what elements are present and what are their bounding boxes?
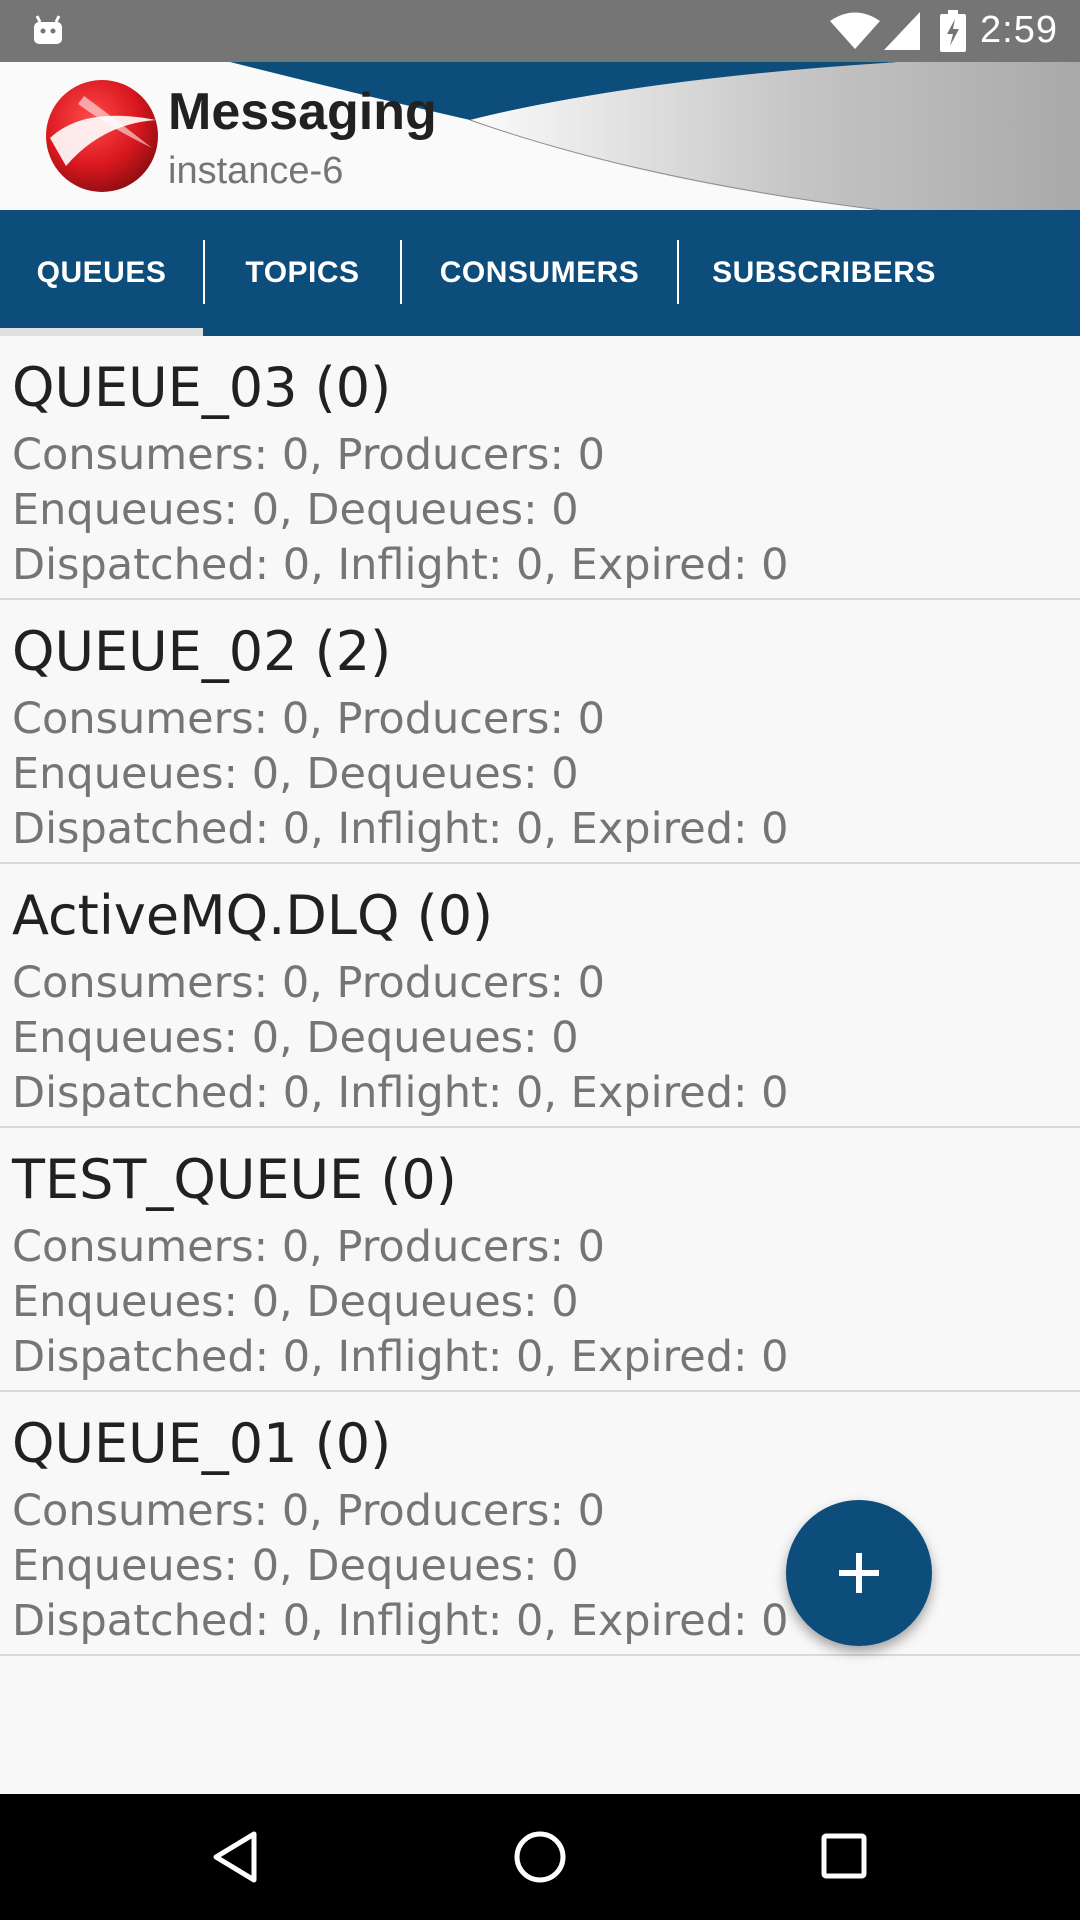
queue-enqueues-dequeues: Enqueues: 0, Dequeues: 0 — [12, 1013, 579, 1063]
selected-tab-indicator — [0, 328, 203, 336]
queue-name: QUEUE_03 (0) — [12, 356, 392, 419]
queue-enqueues-dequeues: Enqueues: 0, Dequeues: 0 — [12, 1541, 579, 1591]
queue-enqueues-dequeues: Enqueues: 0, Dequeues: 0 — [12, 1277, 579, 1327]
back-icon[interactable] — [210, 1830, 260, 1884]
tab-queues[interactable]: QUEUES — [0, 210, 203, 336]
queue-enqueues-dequeues: Enqueues: 0, Dequeues: 0 — [12, 485, 579, 535]
plus-icon — [839, 1553, 879, 1593]
queue-dispatched-stats: Dispatched: 0, Inflight: 0, Expired: 0 — [12, 1332, 789, 1382]
queue-list-item[interactable]: TEST_QUEUE (0) Consumers: 0, Producers: … — [0, 1128, 1080, 1392]
status-time: 2:59 — [980, 9, 1058, 51]
queue-list-item[interactable]: QUEUE_03 (0) Consumers: 0, Producers: 0 … — [0, 336, 1080, 600]
tab-bar: QUEUES TOPICS CONSUMERS SUBSCRIBERS — [0, 210, 1080, 336]
app-header: Messaging instance-6 — [0, 62, 1080, 210]
wifi-icon — [830, 12, 880, 49]
queue-list-item[interactable]: QUEUE_01 (0) Consumers: 0, Producers: 0 … — [0, 1392, 1080, 1656]
tab-subscribers[interactable]: SUBSCRIBERS — [679, 210, 969, 336]
queue-dispatched-stats: Dispatched: 0, Inflight: 0, Expired: 0 — [12, 1596, 789, 1646]
queue-consumers-producers: Consumers: 0, Producers: 0 — [12, 430, 605, 480]
queue-name: TEST_QUEUE (0) — [12, 1148, 457, 1211]
status-bar: 2:59 — [0, 0, 1080, 62]
tab-topics[interactable]: TOPICS — [205, 210, 400, 336]
home-icon[interactable] — [513, 1830, 567, 1884]
queue-consumers-producers: Consumers: 0, Producers: 0 — [12, 958, 605, 1008]
queue-consumers-producers: Consumers: 0, Producers: 0 — [12, 694, 605, 744]
queue-enqueues-dequeues: Enqueues: 0, Dequeues: 0 — [12, 749, 579, 799]
recents-icon[interactable] — [820, 1832, 868, 1880]
battery-charging-icon — [940, 10, 966, 52]
queue-list[interactable]: QUEUE_03 (0) Consumers: 0, Producers: 0 … — [0, 336, 1080, 1656]
queue-consumers-producers: Consumers: 0, Producers: 0 — [12, 1486, 605, 1536]
queue-dispatched-stats: Dispatched: 0, Inflight: 0, Expired: 0 — [12, 1068, 789, 1118]
queue-list-item[interactable]: ActiveMQ.DLQ (0) Consumers: 0, Producers… — [0, 864, 1080, 1128]
add-queue-button[interactable] — [786, 1500, 932, 1646]
queue-dispatched-stats: Dispatched: 0, Inflight: 0, Expired: 0 — [12, 540, 789, 590]
header-banner-graphic — [230, 62, 1080, 210]
queue-name: QUEUE_02 (2) — [12, 620, 392, 683]
queue-name: QUEUE_01 (0) — [12, 1412, 392, 1475]
signal-icon — [884, 12, 920, 50]
tab-consumers[interactable]: CONSUMERS — [402, 210, 677, 336]
queue-consumers-producers: Consumers: 0, Producers: 0 — [12, 1222, 605, 1272]
queue-list-item[interactable]: QUEUE_02 (2) Consumers: 0, Producers: 0 … — [0, 600, 1080, 864]
app-logo — [46, 80, 158, 192]
queue-name: ActiveMQ.DLQ (0) — [12, 884, 494, 947]
app-subtitle: instance-6 — [168, 150, 344, 192]
android-icon — [34, 15, 62, 44]
navigation-bar — [0, 1794, 1080, 1920]
queue-dispatched-stats: Dispatched: 0, Inflight: 0, Expired: 0 — [12, 804, 789, 854]
app-title: Messaging — [168, 83, 437, 141]
